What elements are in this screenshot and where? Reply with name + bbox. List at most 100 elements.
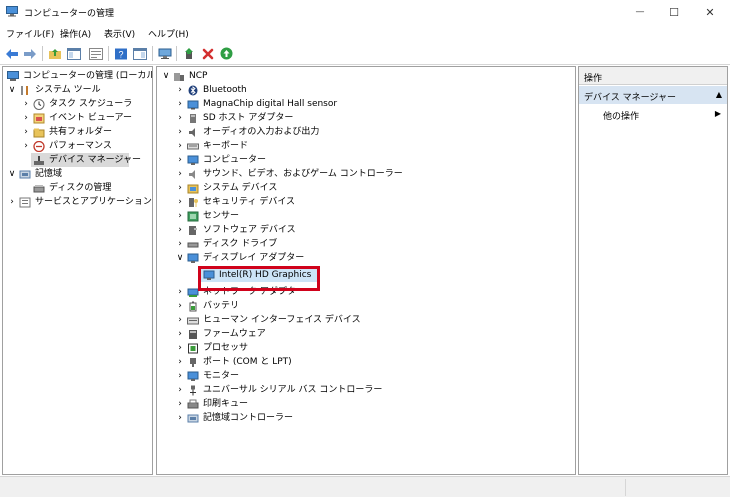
- console-tree-pane[interactable]: コンピューターの管理 (ローカル) ∨ システム ツール › タスク スケジュー…: [2, 66, 153, 475]
- tree-item-disk-management[interactable]: ディスクの管理: [31, 181, 111, 195]
- collapse-up-icon[interactable]: ▲: [716, 90, 722, 99]
- menu-file[interactable]: ファイル(F): [6, 27, 54, 40]
- chevron-right-icon[interactable]: ›: [175, 153, 185, 167]
- chevron-right-icon[interactable]: ›: [175, 411, 185, 425]
- chevron-right-icon[interactable]: ›: [175, 139, 185, 153]
- uninstall-device-button[interactable]: [200, 46, 216, 61]
- menu-action[interactable]: 操作(A): [60, 27, 91, 40]
- device-category-network-adapters[interactable]: › ネットワーク アダプター: [175, 285, 305, 299]
- scan-hardware-button[interactable]: [157, 46, 173, 61]
- help-button[interactable]: ?: [113, 46, 129, 61]
- up-folder-icon: [49, 48, 61, 59]
- chevron-right-icon[interactable]: ›: [175, 237, 185, 251]
- chevron-right-icon[interactable]: ›: [21, 125, 31, 139]
- tree-item-computer-management[interactable]: コンピューターの管理 (ローカル): [5, 69, 152, 83]
- display-adapter-icon: [187, 253, 199, 264]
- more-actions-item[interactable]: 他の操作: [603, 109, 639, 122]
- device-category-storage-controllers[interactable]: › 記憶域コントローラー: [175, 411, 293, 425]
- device-category-computer[interactable]: › コンピューター: [175, 153, 266, 167]
- close-button[interactable]: ✕: [692, 0, 728, 24]
- help-icon: ?: [115, 48, 127, 59]
- chevron-down-icon[interactable]: ∨: [7, 167, 17, 181]
- device-category-security-devices[interactable]: › セキュリティ デバイス: [175, 195, 295, 209]
- chevron-down-icon[interactable]: ∨: [7, 83, 17, 97]
- device-category-usb-controllers[interactable]: › ユニバーサル シリアル バス コントローラー: [175, 383, 382, 397]
- chevron-right-icon[interactable]: ›: [21, 111, 31, 125]
- device-category-ports[interactable]: › ポート (COM と LPT): [175, 355, 292, 369]
- chevron-right-icon[interactable]: ›: [175, 397, 185, 411]
- device-intel-hd-graphics[interactable]: Intel(R) HD Graphics: [201, 268, 318, 282]
- menu-help[interactable]: ヘルプ(H): [148, 27, 189, 40]
- device-category-processors[interactable]: › プロセッサ: [175, 341, 248, 355]
- device-category-sd-host-adapter[interactable]: › SD ホスト アダプター: [175, 111, 293, 125]
- tree-item-services-and-applications[interactable]: › サービスとアプリケーション: [7, 195, 152, 209]
- toolbar-separator: [152, 46, 153, 61]
- chevron-right-icon[interactable]: ›: [175, 369, 185, 383]
- chevron-right-icon[interactable]: ›: [21, 139, 31, 153]
- chevron-down-icon[interactable]: ∨: [175, 251, 185, 265]
- chevron-right-icon[interactable]: ›: [175, 383, 185, 397]
- device-category-firmware[interactable]: › ファームウェア: [175, 327, 266, 341]
- menu-view[interactable]: 表示(V): [104, 27, 135, 40]
- update-driver-button[interactable]: [182, 46, 198, 61]
- maximize-button[interactable]: ☐: [656, 0, 692, 24]
- window-title: コンピューターの管理: [24, 9, 115, 19]
- chevron-right-icon[interactable]: ›: [175, 285, 185, 299]
- properties-button[interactable]: [88, 46, 104, 61]
- minimize-icon: —: [635, 7, 645, 17]
- forward-button[interactable]: [22, 46, 38, 61]
- device-category-audio-io[interactable]: › オーディオの入力および出力: [175, 125, 319, 139]
- chevron-right-icon[interactable]: ›: [175, 167, 185, 181]
- device-tree-pane[interactable]: ∨ NCP › Bluetooth › MagnaChip digital Ha…: [156, 66, 576, 475]
- sd-host-icon: [187, 113, 199, 124]
- device-category-sound-video-game[interactable]: › サウンド、ビデオ、およびゲーム コントローラー: [175, 167, 403, 181]
- chevron-right-icon[interactable]: ›: [175, 355, 185, 369]
- enable-device-button[interactable]: [218, 46, 234, 61]
- tree-item-device-manager[interactable]: デバイス マネージャー: [31, 153, 141, 167]
- minimize-button[interactable]: —: [622, 0, 658, 24]
- chevron-right-icon[interactable]: ›: [175, 111, 185, 125]
- chevron-right-icon[interactable]: ›: [175, 341, 185, 355]
- chevron-right-icon[interactable]: ›: [175, 195, 185, 209]
- device-category-batteries[interactable]: › バッテリ: [175, 299, 239, 313]
- device-category-system-devices[interactable]: › システム デバイス: [175, 181, 277, 195]
- chevron-right-icon[interactable]: ›: [175, 299, 185, 313]
- back-button[interactable]: [4, 46, 20, 61]
- more-actions-label: 他の操作: [603, 112, 640, 122]
- device-category-sensors[interactable]: › センサー: [175, 209, 239, 223]
- chevron-right-icon[interactable]: ›: [175, 327, 185, 341]
- tree-item-performance[interactable]: › パフォーマンス: [21, 139, 112, 153]
- device-category-hall-sensor[interactable]: › MagnaChip digital Hall sensor: [175, 97, 337, 111]
- chevron-right-icon[interactable]: ›: [175, 181, 185, 195]
- chevron-right-icon[interactable]: ›: [175, 313, 185, 327]
- submenu-arrow-icon[interactable]: ▶: [715, 109, 721, 118]
- device-category-software-devices[interactable]: › ソフトウェア デバイス: [175, 223, 295, 237]
- tree-item-task-scheduler[interactable]: › タスク スケジューラ: [21, 97, 132, 111]
- device-root-ncp[interactable]: ∨ NCP: [161, 69, 208, 83]
- network-adapter-icon: [187, 287, 199, 298]
- device-category-print-queues[interactable]: › 印刷キュー: [175, 397, 248, 411]
- device-category-monitors[interactable]: › モニター: [175, 369, 239, 383]
- show-action-pane-button[interactable]: [132, 46, 148, 61]
- show-tree-button[interactable]: [66, 46, 82, 61]
- chevron-right-icon[interactable]: ›: [7, 195, 17, 209]
- chevron-right-icon[interactable]: ›: [21, 97, 31, 111]
- device-category-display-adapters[interactable]: ∨ ディスプレイ アダプター: [175, 251, 304, 265]
- chevron-down-icon[interactable]: ∨: [161, 69, 171, 83]
- device-category-hid[interactable]: › ヒューマン インターフェイス デバイス: [175, 313, 360, 327]
- tree-item-storage[interactable]: ∨ 記憶域: [7, 167, 62, 181]
- chevron-right-icon[interactable]: ›: [175, 223, 185, 237]
- device-category-keyboard[interactable]: › キーボード: [175, 139, 248, 153]
- tree-item-event-viewer[interactable]: › イベント ビューアー: [21, 111, 132, 125]
- status-bar: [0, 476, 730, 497]
- up-button[interactable]: [47, 46, 63, 61]
- tree-item-system-tools[interactable]: ∨ システム ツール: [7, 83, 101, 97]
- tree-item-shared-folders[interactable]: › 共有フォルダー: [21, 125, 112, 139]
- actions-section-device-manager[interactable]: デバイス マネージャー ▲: [579, 86, 727, 104]
- chevron-right-icon[interactable]: ›: [175, 125, 185, 139]
- chevron-right-icon[interactable]: ›: [175, 209, 185, 223]
- device-category-disk-drives[interactable]: › ディスク ドライブ: [175, 237, 277, 251]
- device-category-bluetooth[interactable]: › Bluetooth: [175, 83, 247, 97]
- chevron-right-icon[interactable]: ›: [175, 97, 185, 111]
- chevron-right-icon[interactable]: ›: [175, 83, 185, 97]
